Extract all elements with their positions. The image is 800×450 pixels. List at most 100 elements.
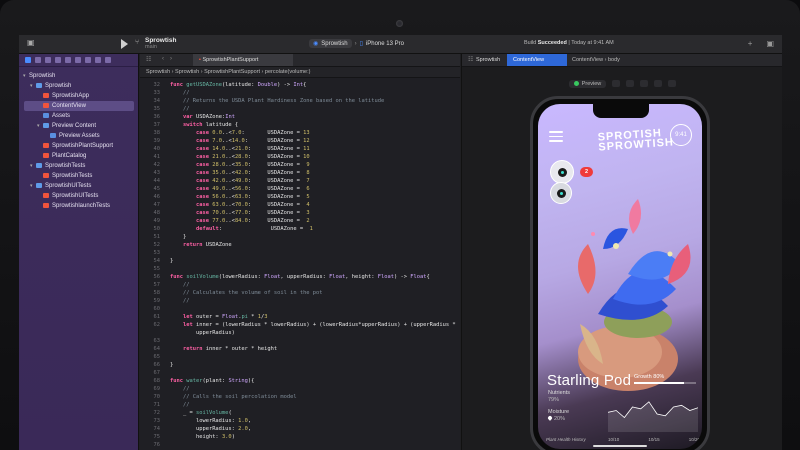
navigator-item-plantcatalog[interactable]: PlantCatalog <box>19 151 139 161</box>
orientation-icon[interactable] <box>654 80 663 87</box>
code-line[interactable]: 46 case 56.0..<63.0: USDAZone = 5 <box>140 193 460 201</box>
navigator-item-preview assets[interactable]: Preview Assets <box>19 131 139 141</box>
selectable-mode-icon[interactable] <box>612 80 621 87</box>
code-line[interactable]: 43 case 35.0..<42.0: USDAZone = 8 <box>140 169 460 177</box>
zoom-icon[interactable] <box>668 80 677 87</box>
code-line[interactable]: 59 // <box>140 297 460 305</box>
debug-icon[interactable] <box>85 57 91 63</box>
find-icon[interactable] <box>55 57 61 63</box>
tab-sprowtishplantsupport[interactable]: ▪ SprowtishPlantSupport <box>193 54 293 66</box>
app-preview-screen[interactable]: SPROTISH SPROWTISH 9:41 2 Starling Pod G… <box>538 104 702 449</box>
navigator-item-preview content[interactable]: ▾ Preview Content <box>19 121 139 131</box>
code-line[interactable]: 49 case 77.0..<84.0: USDAZone = 2 <box>140 217 460 225</box>
code-line[interactable]: 37 switch latitude { <box>140 121 460 129</box>
jump-bar[interactable]: Sprowtish › Sprowtish › SprowtishPlantSu… <box>140 67 460 78</box>
breakpoints-icon[interactable] <box>95 57 101 63</box>
grid-icon[interactable]: ☷ <box>146 56 151 63</box>
code-line[interactable]: 64 return inner * outer * height <box>140 345 460 353</box>
code-line[interactable]: 60 <box>140 305 460 313</box>
preview-button[interactable]: Preview <box>568 79 607 88</box>
source-control-icon[interactable] <box>35 57 41 63</box>
code-line[interactable]: 41 case 21.0..<28.0: USDAZone = 10 <box>140 153 460 161</box>
code-line[interactable]: 36 var USDAZone:Int <box>140 113 460 121</box>
issues-icon[interactable] <box>65 57 71 63</box>
code-line[interactable]: 58 // Calculates the volume of soil in t… <box>140 289 460 297</box>
canvas-jump-root[interactable]: Sprowtish <box>476 54 500 66</box>
code-line[interactable]: 57 // <box>140 281 460 289</box>
home-indicator[interactable] <box>593 445 647 447</box>
xcode-window: ▣ ⑂ Sprowtish main ◉ Sprowtish › ▯ iPhone… <box>19 35 782 450</box>
tab-contentview[interactable]: ContentView <box>507 54 567 66</box>
navigator-item-sprowtishtests[interactable]: ▾ SprowtishTests <box>19 161 139 171</box>
code-line[interactable]: 66} <box>140 361 460 369</box>
scheme-selector[interactable]: ◉ Sprowtish › ▯ iPhone 13 Pro <box>309 39 404 48</box>
code-line[interactable]: 71 // <box>140 401 460 409</box>
code-line[interactable]: 65 <box>140 353 460 361</box>
navigator-item-sprowtishapp[interactable]: SprowtishApp <box>19 91 139 101</box>
code-line[interactable]: upperRadius) <box>140 329 460 337</box>
menu-icon[interactable] <box>549 131 563 145</box>
code-line[interactable]: 75 height: 3.0) <box>140 433 460 441</box>
folder-nav-icon[interactable] <box>25 57 31 63</box>
reports-icon[interactable] <box>105 57 111 63</box>
code-line[interactable]: 72 _ = soilVolume( <box>140 409 460 417</box>
code-line[interactable]: 53 <box>140 249 460 257</box>
navigator-item-sprowtishuitests[interactable]: ▾ SprowtishUITests <box>19 181 139 191</box>
navigator-item-sprowtish[interactable]: ▾ Sprowtish <box>19 71 151 81</box>
back-icon[interactable]: ‹ <box>162 56 164 62</box>
code-line[interactable]: 48 case 70.0..<77.0: USDAZone = 3 <box>140 209 460 217</box>
code-line[interactable]: 38 case 0.0..<7.0: USDAZone = 13 <box>140 129 460 137</box>
symbol-icon[interactable] <box>45 57 51 63</box>
navigator-item-sprowtishuitests[interactable]: SprowtishUITests <box>19 191 139 201</box>
code-line[interactable]: 61 let outer = Float.pi * 1/3 <box>140 313 460 321</box>
code-line[interactable]: 76 <box>140 441 460 449</box>
code-line[interactable]: 39 case 7.0..<14.0: USDAZone = 12 <box>140 137 460 145</box>
code-line[interactable]: 50 default: USDAZone = 1 <box>140 225 460 233</box>
code-line[interactable]: 42 case 28.0..<35.0: USDAZone = 9 <box>140 161 460 169</box>
inspector-toggle-icon[interactable]: ▣ <box>766 39 774 48</box>
device-label[interactable]: iPhone 13 Pro <box>366 41 404 47</box>
code-line[interactable]: 32 func getUSDAZone(latitude: Double) -> … <box>140 81 460 89</box>
add-icon[interactable]: + <box>748 39 753 48</box>
code-line[interactable]: 34 // Returns the USDA Plant Hardiness Z… <box>140 97 460 105</box>
code-line[interactable]: 45 case 49.0..<56.0: USDAZone = 6 <box>140 185 460 193</box>
code-line[interactable]: 70 // Calls the soil percolation model <box>140 393 460 401</box>
code-line[interactable]: 55 <box>140 265 460 273</box>
sidebar-toggle-icon[interactable]: ▣ <box>27 38 35 47</box>
code-line[interactable]: 40 case 14.0..<21.0: USDAZone = 11 <box>140 145 460 153</box>
navigator-item-contentview[interactable]: ContentView <box>24 101 134 111</box>
forward-icon[interactable]: › <box>170 56 172 62</box>
code-line[interactable]: 44 case 42.0..<49.0: USDAZone = 7 <box>140 177 460 185</box>
code-area[interactable]: 32 func getUSDAZone(latitude: Double) -> … <box>140 78 460 450</box>
robot-avatar[interactable] <box>550 160 574 184</box>
run-button[interactable] <box>121 39 128 49</box>
code-line[interactable]: 33 // <box>140 89 460 97</box>
branch-icon: ⑂ <box>135 39 140 46</box>
code-line[interactable]: 54} <box>140 257 460 265</box>
navigator-item-sprowtish[interactable]: ▾ Sprowtish <box>19 81 139 91</box>
code-line[interactable]: 35 // <box>140 105 460 113</box>
navigator-item-sprowtishtests[interactable]: SprowtishTests <box>19 171 139 181</box>
grid-icon[interactable]: ☷ <box>468 56 473 63</box>
navigator-item-sprowtishlaunchtests[interactable]: SprowtishlaunchTests <box>19 201 139 211</box>
code-line[interactable]: 47 case 63.0..<70.0: USDAZone = 4 <box>140 201 460 209</box>
code-line[interactable]: 52 return USDAZone <box>140 241 460 249</box>
canvas-jump-tail[interactable]: ContentView › body <box>572 54 620 66</box>
code-line[interactable]: 56 func soilVolume(lowerRadius: Float, up… <box>140 273 460 281</box>
tests-icon[interactable] <box>75 57 81 63</box>
scheme-target[interactable]: ◉ Sprowtish <box>309 39 352 48</box>
code-line[interactable]: 67 <box>140 369 460 377</box>
code-text: // <box>182 298 190 304</box>
code-line[interactable]: 62 let inner = (lowerRadius * lowerRadiu… <box>140 321 460 329</box>
code-line[interactable]: 68 func water(plant: String){ <box>140 377 460 385</box>
code-line[interactable]: 51 } <box>140 233 460 241</box>
code-line[interactable]: 63 <box>140 337 460 345</box>
navigator-item-sprowtishplantsupport[interactable]: SprowtishPlantSupport <box>19 141 139 151</box>
variants-icon[interactable] <box>626 80 635 87</box>
navigator-item-assets[interactable]: Assets <box>19 111 139 121</box>
project-title[interactable]: Sprowtish main <box>145 37 176 51</box>
code-line[interactable]: 73 lowerRadius: 1.0, <box>140 417 460 425</box>
device-settings-icon[interactable] <box>640 80 649 87</box>
code-line[interactable]: 74 upperRadius: 2.0, <box>140 425 460 433</box>
code-line[interactable]: 69 // <box>140 385 460 393</box>
